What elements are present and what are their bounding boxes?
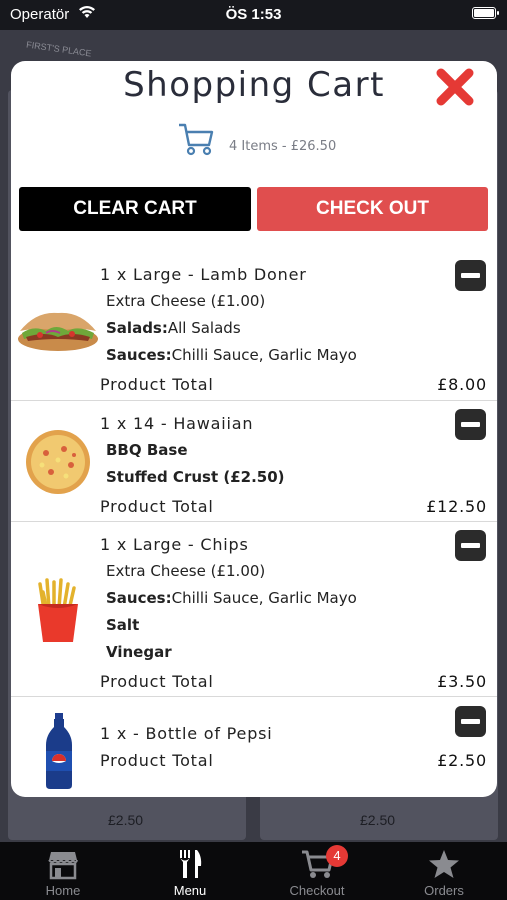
cart-icon [179, 123, 214, 156]
remove-item-button[interactable] [455, 706, 486, 737]
background-price: £2.50 [108, 812, 144, 828]
option-key: Salads: [106, 319, 168, 337]
product-total-value: £12.50 [426, 497, 487, 516]
close-button[interactable] [433, 65, 477, 109]
item-option: BBQ Base [106, 441, 188, 459]
cart-items-list: 1 x Large - Lamb Doner Extra Cheese (£1.… [11, 249, 497, 797]
close-icon [436, 68, 474, 106]
cart-item: 1 x 14 - Hawaiian BBQ Base Stuffed Crust… [11, 401, 497, 522]
clear-cart-button[interactable]: CLEAR CART [19, 187, 251, 231]
item-option: Extra Cheese (£1.00) [106, 292, 266, 310]
item-name: 1 x Large - Chips [100, 535, 249, 554]
option-value: All Salads [167, 319, 241, 337]
item-name: 1 x - Bottle of Pepsi [100, 724, 273, 743]
remove-item-button[interactable] [455, 260, 486, 291]
cart-item: 1 x - Bottle of Pepsi Product Total £2.5… [11, 697, 497, 797]
tab-orders[interactable]: Orders [381, 842, 507, 900]
item-option: Stuffed Crust (£2.50) [106, 468, 285, 486]
item-option: Sauces:Chilli Sauce, Garlic Mayo [106, 346, 357, 364]
option-key: Sauces: [106, 589, 172, 607]
clock: ÖS 1:53 [225, 6, 282, 23]
checkout-button[interactable]: CHECK OUT [257, 187, 488, 231]
remove-item-button[interactable] [455, 409, 486, 440]
item-option: Extra Cheese (£1.00) [106, 562, 266, 580]
star-icon [429, 850, 459, 878]
store-icon [48, 852, 78, 880]
chips-image [38, 578, 78, 642]
tab-label: Orders [424, 883, 464, 898]
remove-item-button[interactable] [455, 530, 486, 561]
background-price: £2.50 [360, 812, 396, 828]
item-option: Vinegar [106, 643, 172, 661]
modal-title: Shopping Cart [123, 65, 385, 105]
tab-menu[interactable]: Menu [127, 842, 253, 900]
doner-wrap-image [18, 312, 98, 351]
cart-item: 1 x Large - Chips Extra Cheese (£1.00) S… [11, 522, 497, 697]
tab-checkout[interactable]: 4 Checkout [254, 842, 380, 900]
product-total-label: Product Total [100, 751, 214, 770]
cart-summary: 4 Items - £26.50 [177, 121, 377, 157]
item-option: Salads:All Salads [106, 319, 241, 337]
battery-icon [472, 7, 499, 19]
pepsi-bottle-image [46, 713, 72, 789]
product-total-label: Product Total [100, 497, 214, 516]
option-value: Chilli Sauce, Garlic Mayo [171, 589, 357, 607]
item-option: Salt [106, 616, 140, 634]
item-name: 1 x 14 - Hawaiian [100, 414, 254, 433]
item-name: 1 x Large - Lamb Doner [100, 265, 307, 284]
tab-label: Home [45, 883, 81, 898]
status-bar: Operatör ÖS 1:53 [0, 0, 507, 30]
option-key: Sauces: [106, 346, 172, 364]
tab-label: Checkout [289, 883, 345, 898]
product-total-value: £3.50 [437, 672, 487, 691]
tab-home[interactable]: Home [0, 842, 126, 900]
cart-count-badge: 4 [326, 845, 348, 867]
cart-item: 1 x Large - Lamb Doner Extra Cheese (£1.… [11, 249, 497, 401]
product-total-label: Product Total [100, 375, 214, 394]
option-value: Chilli Sauce, Garlic Mayo [171, 346, 357, 364]
fork-knife-icon [180, 850, 202, 878]
product-total-value: £2.50 [437, 751, 487, 770]
item-option: Sauces:Chilli Sauce, Garlic Mayo [106, 589, 357, 607]
shopping-cart-modal: Shopping Cart 4 Items - £26.50 CLEAR CAR… [11, 61, 497, 797]
pizza-image [26, 430, 90, 494]
product-total-value: £8.00 [437, 375, 487, 394]
cart-summary-text: 4 Items - £26.50 [229, 139, 337, 154]
tab-label: Menu [173, 883, 207, 898]
product-total-label: Product Total [100, 672, 214, 691]
tab-bar: Home Menu 4 Checkout Orders [0, 842, 507, 900]
